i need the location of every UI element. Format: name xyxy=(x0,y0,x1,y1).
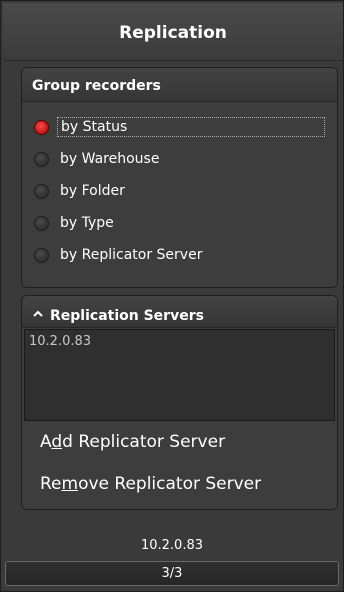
radio-label-by-warehouse[interactable]: by Warehouse xyxy=(57,150,162,168)
server-list[interactable]: 10.2.0.83 xyxy=(24,329,335,421)
radio-label-by-replicator-server[interactable]: by Replicator Server xyxy=(57,246,205,264)
add-replicator-server-button[interactable]: Add Replicator Server xyxy=(40,432,225,452)
radio-label-by-folder[interactable]: by Folder xyxy=(57,182,128,200)
group-recorders-title: Group recorders xyxy=(22,68,337,102)
radio-unchecked-icon[interactable] xyxy=(34,247,49,263)
panel-header: Replication xyxy=(3,3,343,61)
group-recorders-box: Group recorders by Status by Warehouse b… xyxy=(21,67,338,288)
replication-panel: Replication Group recorders by Status by… xyxy=(0,0,344,592)
status-ip: 10.2.0.83 xyxy=(140,538,204,553)
radio-by-replicator-server[interactable]: by Replicator Server xyxy=(34,243,334,267)
replication-servers-title: Replication Servers xyxy=(50,307,204,324)
radio-by-status[interactable]: by Status xyxy=(34,115,334,139)
radio-label-by-type[interactable]: by Type xyxy=(57,214,117,232)
page-indicator[interactable]: 3/3 xyxy=(5,561,339,586)
radio-unchecked-icon[interactable] xyxy=(34,151,49,167)
replication-servers-header[interactable]: Replication Servers xyxy=(22,296,337,328)
remove-replicator-server-button[interactable]: Remove Replicator Server xyxy=(40,474,261,494)
radio-unchecked-icon[interactable] xyxy=(34,183,49,199)
replication-servers-box: Replication Servers 10.2.0.83 Add Replic… xyxy=(21,295,338,510)
radio-by-warehouse[interactable]: by Warehouse xyxy=(34,147,334,171)
panel-title: Replication xyxy=(119,23,227,43)
radio-checked-icon[interactable] xyxy=(34,119,49,135)
chevron-up-icon[interactable] xyxy=(32,309,44,319)
radio-unchecked-icon[interactable] xyxy=(34,215,49,231)
radio-label-by-status[interactable]: by Status xyxy=(57,117,325,137)
radio-by-type[interactable]: by Type xyxy=(34,211,334,235)
radio-by-folder[interactable]: by Folder xyxy=(34,179,334,203)
server-list-item[interactable]: 10.2.0.83 xyxy=(25,330,334,349)
